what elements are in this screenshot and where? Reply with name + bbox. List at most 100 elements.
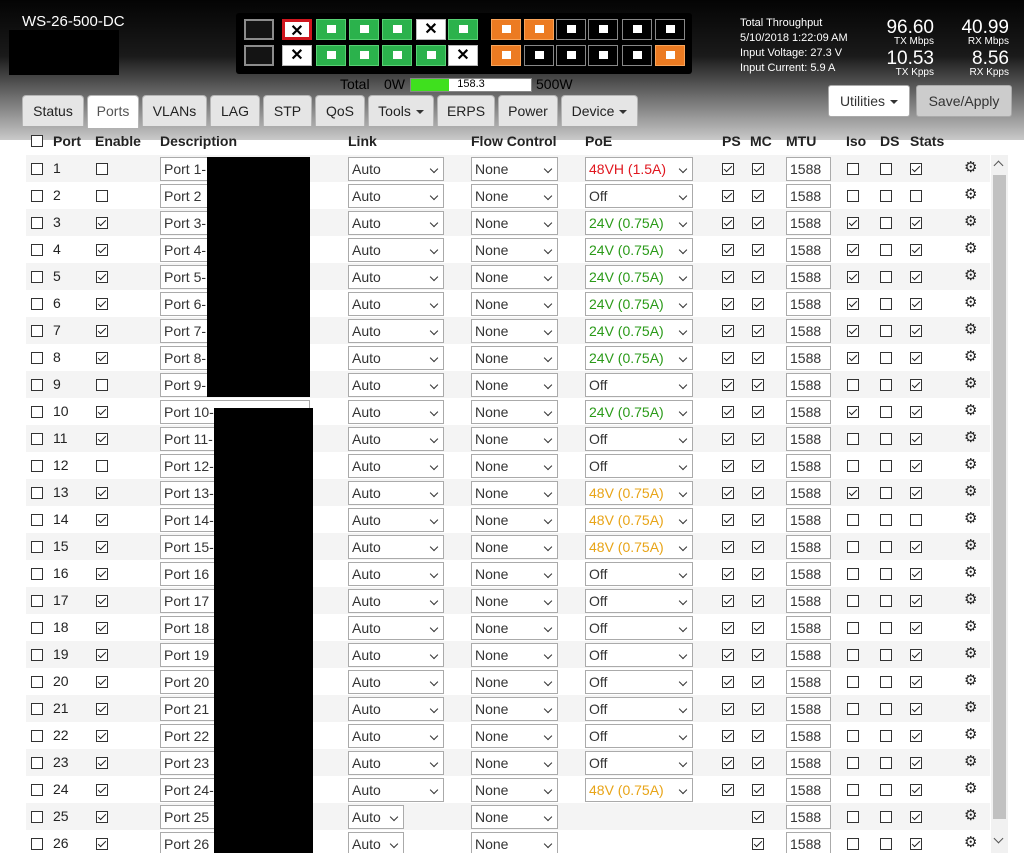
mc-checkbox[interactable]: [752, 244, 764, 256]
mc-checkbox[interactable]: [752, 811, 764, 823]
gear-icon[interactable]: ⚙: [964, 239, 977, 257]
poe-select[interactable]: 48V (0.75A): [585, 508, 693, 532]
poe-select[interactable]: 48V (0.75A): [585, 481, 693, 505]
iso-checkbox[interactable]: [847, 244, 859, 256]
enable-checkbox[interactable]: [96, 838, 108, 850]
ps-checkbox[interactable]: [722, 730, 734, 742]
poe-select[interactable]: Off: [585, 427, 693, 451]
row-select-checkbox[interactable]: [31, 190, 43, 202]
mc-checkbox[interactable]: [752, 730, 764, 742]
mc-checkbox[interactable]: [752, 433, 764, 445]
iso-checkbox[interactable]: [847, 190, 859, 202]
scroll-up-icon[interactable]: [993, 160, 1004, 171]
gear-icon[interactable]: ⚙: [964, 563, 977, 581]
mtu-input[interactable]: 1588: [786, 454, 831, 478]
row-select-checkbox[interactable]: [31, 325, 43, 337]
poe-select[interactable]: Off: [585, 562, 693, 586]
mc-checkbox[interactable]: [752, 784, 764, 796]
stats-checkbox[interactable]: [910, 298, 922, 310]
mtu-input[interactable]: 1588: [786, 238, 831, 262]
gear-icon[interactable]: ⚙: [964, 293, 977, 311]
mtu-input[interactable]: 1588: [786, 319, 831, 343]
link-select[interactable]: Auto: [348, 778, 444, 802]
enable-checkbox[interactable]: [96, 352, 108, 364]
row-select-checkbox[interactable]: [31, 433, 43, 445]
ds-checkbox[interactable]: [880, 487, 892, 499]
gear-icon[interactable]: ⚙: [964, 158, 977, 176]
row-select-checkbox[interactable]: [31, 838, 43, 850]
enable-checkbox[interactable]: [96, 703, 108, 715]
tab-ports[interactable]: Ports: [87, 95, 139, 128]
ds-checkbox[interactable]: [880, 163, 892, 175]
gear-icon[interactable]: ⚙: [964, 374, 977, 392]
row-select-checkbox[interactable]: [31, 244, 43, 256]
link-select[interactable]: Auto: [348, 211, 444, 235]
link-select[interactable]: Auto: [348, 346, 444, 370]
flow-control-select[interactable]: None: [471, 481, 558, 505]
stats-checkbox[interactable]: [910, 838, 922, 850]
mtu-input[interactable]: 1588: [786, 535, 831, 559]
mtu-input[interactable]: 1588: [786, 292, 831, 316]
ds-checkbox[interactable]: [880, 271, 892, 283]
enable-checkbox[interactable]: [96, 271, 108, 283]
mtu-input[interactable]: 1588: [786, 589, 831, 613]
enable-checkbox[interactable]: [96, 379, 108, 391]
enable-checkbox[interactable]: [96, 325, 108, 337]
mc-checkbox[interactable]: [752, 460, 764, 472]
mc-checkbox[interactable]: [752, 406, 764, 418]
enable-checkbox[interactable]: [96, 244, 108, 256]
iso-checkbox[interactable]: [847, 568, 859, 580]
tab-status[interactable]: Status: [22, 95, 84, 126]
enable-checkbox[interactable]: [96, 217, 108, 229]
flow-control-select[interactable]: None: [471, 616, 558, 640]
ds-checkbox[interactable]: [880, 244, 892, 256]
ds-checkbox[interactable]: [880, 190, 892, 202]
poe-select[interactable]: 24V (0.75A): [585, 211, 693, 235]
tab-qos[interactable]: QoS: [315, 95, 365, 126]
enable-checkbox[interactable]: [96, 649, 108, 661]
flow-control-select[interactable]: None: [471, 373, 558, 397]
gear-icon[interactable]: ⚙: [964, 266, 977, 284]
iso-checkbox[interactable]: [847, 541, 859, 553]
tab-power[interactable]: Power: [498, 95, 558, 126]
poe-select[interactable]: Off: [585, 751, 693, 775]
poe-select[interactable]: 24V (0.75A): [585, 400, 693, 424]
ds-checkbox[interactable]: [880, 379, 892, 391]
mc-checkbox[interactable]: [752, 757, 764, 769]
iso-checkbox[interactable]: [847, 163, 859, 175]
link-select[interactable]: Auto: [348, 670, 444, 694]
gear-icon[interactable]: ⚙: [964, 536, 977, 554]
stats-checkbox[interactable]: [910, 325, 922, 337]
row-select-checkbox[interactable]: [31, 730, 43, 742]
stats-checkbox[interactable]: [910, 271, 922, 283]
gear-icon[interactable]: ⚙: [964, 347, 977, 365]
enable-checkbox[interactable]: [96, 730, 108, 742]
tab-device[interactable]: Device: [561, 95, 638, 126]
link-select[interactable]: Auto: [348, 724, 444, 748]
mc-checkbox[interactable]: [752, 541, 764, 553]
link-select[interactable]: Auto: [348, 427, 444, 451]
flow-control-select[interactable]: None: [471, 751, 558, 775]
link-select[interactable]: Auto: [348, 292, 444, 316]
link-select[interactable]: Auto: [348, 481, 444, 505]
utilities-button[interactable]: Utilities: [828, 85, 910, 117]
row-select-checkbox[interactable]: [31, 676, 43, 688]
ps-checkbox[interactable]: [722, 676, 734, 688]
tab-tools[interactable]: Tools: [368, 95, 434, 126]
mtu-input[interactable]: 1588: [786, 697, 831, 721]
ps-checkbox[interactable]: [722, 703, 734, 715]
gear-icon[interactable]: ⚙: [964, 212, 977, 230]
stats-checkbox[interactable]: [910, 811, 922, 823]
link-select[interactable]: Auto: [348, 751, 444, 775]
row-select-checkbox[interactable]: [31, 379, 43, 391]
stats-checkbox[interactable]: [910, 487, 922, 499]
flow-control-select[interactable]: None: [471, 454, 558, 478]
enable-checkbox[interactable]: [96, 622, 108, 634]
iso-checkbox[interactable]: [847, 379, 859, 391]
mc-checkbox[interactable]: [752, 838, 764, 850]
poe-select[interactable]: 48V (0.75A): [585, 778, 693, 802]
enable-checkbox[interactable]: [96, 568, 108, 580]
mc-checkbox[interactable]: [752, 622, 764, 634]
mtu-input[interactable]: 1588: [786, 643, 831, 667]
mtu-input[interactable]: 1588: [786, 265, 831, 289]
